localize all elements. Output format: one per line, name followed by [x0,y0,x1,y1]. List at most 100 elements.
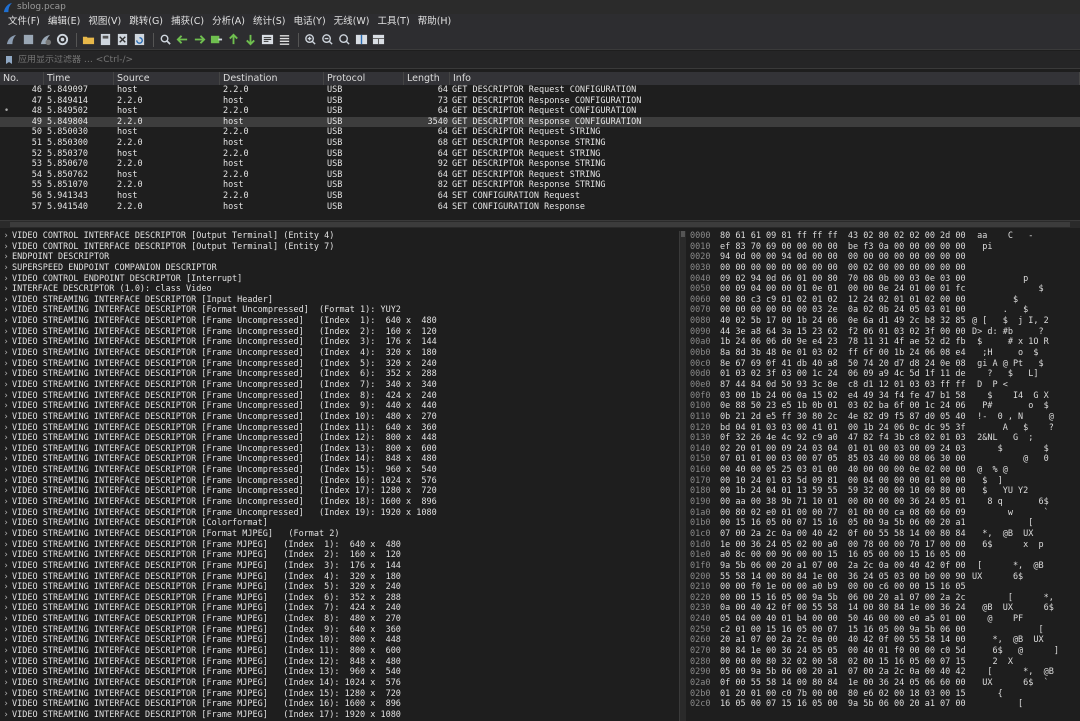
detail-tree-item[interactable]: › VIDEO STREAMING INTERFACE DESCRIPTOR [I… [0,295,679,306]
hex-dump-row[interactable]: 02c0 16 05 00 07 15 16 05 00 9a 5b 06 00 … [686,699,1080,710]
go-first-packet-icon[interactable] [226,33,240,47]
hex-dump-row[interactable]: 00d0 01 03 02 3f 03 00 1c 24 06 09 a9 4c … [686,369,1080,380]
detail-tree-item[interactable]: › SUPERSPEED ENDPOINT COMPANION DESCRIPTO… [0,263,679,274]
hex-bytes[interactable]: 00 1b 24 04 01 13 59 55 59 32 00 00 10 0… [718,486,972,497]
detail-tree-item[interactable]: › VIDEO STREAMING INTERFACE DESCRIPTOR [F… [0,423,679,434]
detail-tree-item[interactable]: › VIDEO STREAMING INTERFACE DESCRIPTOR [F… [0,550,679,561]
detail-tree-item[interactable]: › VIDEO STREAMING INTERFACE DESCRIPTOR [F… [0,391,679,402]
hex-bytes[interactable]: 0b 21 2d e5 ff 30 80 2c 4e 82 d9 f5 87 d… [718,412,972,423]
hex-dump-row[interactable]: 0290 05 00 9a 5b 06 00 20 a1 07 00 2a 2c … [686,667,1080,678]
expand-arrow-icon[interactable]: › [0,635,12,646]
column-header-destination[interactable]: Destination [220,72,324,85]
detail-tree-item[interactable]: › ENDPOINT DESCRIPTOR [0,252,679,263]
detail-tree-item[interactable]: › VIDEO STREAMING INTERFACE DESCRIPTOR [F… [0,582,679,593]
splitter-grip[interactable] [681,231,685,237]
hex-bytes[interactable]: 07 01 01 00 03 00 07 05 85 03 40 00 08 0… [718,454,972,465]
ascii-bytes[interactable]: aa C - [972,231,1072,242]
expand-arrow-icon[interactable]: › [0,486,12,497]
packet-row[interactable]: 55 5.851070 2.2.0 host USB 82 GET DESCRIPTOR R… [0,180,1080,191]
hex-bytes[interactable]: 0a 00 40 42 0f 00 55 58 14 00 80 84 1e 0… [718,603,972,614]
hex-dump-row[interactable]: 00a0 1b 24 06 06 d0 9e e4 23 78 11 31 4f … [686,337,1080,348]
packet-row[interactable]: 50 5.850030 host 2.2.0 USB 64 GET DESCRIPTOR R… [0,127,1080,138]
expand-arrow-icon[interactable]: › [0,242,12,253]
ascii-bytes[interactable]: 2 X [972,657,1072,668]
ascii-bytes[interactable] [972,550,1072,561]
ascii-bytes[interactable]: *, @B UX [972,635,1072,646]
expand-arrow-icon[interactable]: › [0,572,12,583]
packet-row[interactable]: 54 5.850762 host 2.2.0 USB 64 GET DESCRIPTOR R… [0,170,1080,181]
hex-bytes[interactable]: 00 00 00 00 00 00 00 00 00 02 00 00 00 0… [718,263,972,274]
expand-arrow-icon[interactable]: › [0,625,12,636]
detail-tree-item[interactable]: › VIDEO CONTROL INTERFACE DESCRIPTOR [Out… [0,242,679,253]
expand-arrow-icon[interactable]: › [0,305,12,316]
hex-bytes[interactable]: 07 00 2a 2c 0a 00 40 42 0f 00 55 58 14 0… [718,529,972,540]
packet-list-horizontal-scrollbar[interactable] [0,220,1080,228]
hex-bytes[interactable]: 00 aa 00 38 9b 71 10 01 00 00 00 00 36 2… [718,497,972,508]
ascii-bytes[interactable]: @ 0 [972,454,1072,465]
ascii-bytes[interactable]: [ [972,518,1072,529]
hex-dump-row[interactable]: 01c0 07 00 2a 2c 0a 00 40 42 0f 00 55 58 … [686,529,1080,540]
packet-row[interactable]: 47 5.849414 2.2.0 host USB 73 GET DESCRIPTOR R… [0,96,1080,107]
ascii-bytes[interactable]: UX 6$ ` [972,678,1072,689]
hex-dump-row[interactable]: 0000 80 61 61 09 81 ff ff ff 43 02 80 02 … [686,231,1080,242]
detail-tree-item[interactable]: › VIDEO STREAMING INTERFACE DESCRIPTOR [F… [0,572,679,583]
hex-dump-row[interactable]: 0090 44 3e a8 64 3a 15 23 62 f2 06 01 03 … [686,327,1080,338]
hex-dump-row[interactable]: 0210 00 00 f0 1e 00 00 a0 b9 00 00 c6 00 … [686,582,1080,593]
find-packet-icon[interactable] [158,33,172,47]
hex-dump-row[interactable]: 02b0 01 20 01 00 c0 7b 00 00 80 e6 02 00 … [686,689,1080,700]
expand-arrow-icon[interactable]: › [0,231,12,242]
hex-dump-row[interactable]: 01a0 00 80 02 e0 01 00 00 77 01 00 00 ca … [686,508,1080,519]
stop-capture-icon[interactable] [21,33,35,47]
reload-file-icon[interactable] [132,33,146,47]
ascii-bytes[interactable]: $ # x 1O R [972,337,1072,348]
hex-bytes[interactable]: 02 20 01 00 09 24 03 04 01 01 00 03 00 0… [718,444,972,455]
hex-dump-row[interactable]: 0190 00 aa 00 38 9b 71 10 01 00 00 00 00 … [686,497,1080,508]
packet-row[interactable]: • 48 5.849502 host 2.2.0 USB 64 GET DESCRIPTOR … [0,106,1080,117]
hex-bytes[interactable]: c2 01 00 15 16 05 00 07 15 16 05 00 9a 5… [718,625,972,636]
hex-dump-row[interactable]: 00b0 8a 8d 3b 48 0e 01 03 02 ff 6f 00 1b … [686,348,1080,359]
detail-tree-item[interactable]: › VIDEO STREAMING INTERFACE DESCRIPTOR [F… [0,380,679,391]
expand-arrow-icon[interactable]: › [0,699,12,710]
hex-bytes[interactable]: 00 00 f0 1e 00 00 a0 b9 00 00 c6 00 00 1… [718,582,972,593]
expand-arrow-icon[interactable]: › [0,348,12,359]
detail-tree-item[interactable]: › VIDEO STREAMING INTERFACE DESCRIPTOR [F… [0,508,679,519]
ascii-bytes[interactable]: [ [972,625,1072,636]
ascii-bytes[interactable]: w ` [972,508,1072,519]
scrollbar-thumb[interactable] [10,222,1070,227]
go-back-icon[interactable] [175,33,189,47]
ascii-bytes[interactable] [972,263,1072,274]
ascii-bytes[interactable]: [ *, @B [972,667,1072,678]
hex-dump-row[interactable]: 0010 ef 83 70 69 00 00 00 00 be f3 0a 00 … [686,242,1080,253]
packet-row[interactable]: 53 5.850670 2.2.0 host USB 92 GET DESCRIPTOR R… [0,159,1080,170]
detail-tree-item[interactable]: › VIDEO STREAMING INTERFACE DESCRIPTOR [F… [0,593,679,604]
hex-dump-row[interactable]: 0050 00 09 04 00 00 01 0e 01 00 00 0e 24 … [686,284,1080,295]
detail-tree-item[interactable]: › VIDEO STREAMING INTERFACE DESCRIPTOR [F… [0,454,679,465]
ascii-bytes[interactable]: $ YU Y2 [972,486,1072,497]
menu-item[interactable]: 跳转(G) [125,14,167,30]
hex-bytes[interactable]: 20 a1 07 00 2a 2c 0a 00 40 42 0f 00 55 5… [718,635,972,646]
ascii-bytes[interactable]: @ [ $ j I, 2 [972,316,1072,327]
expand-arrow-icon[interactable]: › [0,476,12,487]
hex-dump-row[interactable]: 0020 94 0d 00 00 94 0d 00 00 00 00 00 00 … [686,252,1080,263]
hex-bytes[interactable]: ef 83 70 69 00 00 00 00 be f3 0a 00 00 0… [718,242,972,253]
hex-dump-row[interactable]: 0230 0a 00 40 42 0f 00 55 58 14 00 80 84 … [686,603,1080,614]
hex-bytes[interactable]: 00 80 c3 c9 01 02 01 02 12 24 02 01 01 0… [718,295,972,306]
detail-tree-item[interactable]: › VIDEO STREAMING INTERFACE DESCRIPTOR [F… [0,327,679,338]
ascii-bytes[interactable]: p [972,274,1072,285]
detail-tree-item[interactable]: › VIDEO STREAMING INTERFACE DESCRIPTOR [F… [0,476,679,487]
expand-arrow-icon[interactable]: › [0,497,12,508]
hex-dump-row[interactable]: 00c0 8e 67 69 0f 41 db 40 a8 50 74 20 d7 … [686,359,1080,370]
ascii-bytes[interactable]: 2&NL G ; [972,433,1072,444]
hex-bytes[interactable]: 00 40 00 05 25 03 01 00 40 00 00 00 0e 0… [718,465,972,476]
hex-dump-row[interactable]: 0040 09 02 94 0d 06 01 00 80 70 08 0b 00 … [686,274,1080,285]
hex-bytes[interactable]: 05 00 9a 5b 06 00 20 a1 07 00 2a 2c 0a 0… [718,667,972,678]
detail-tree-item[interactable]: › VIDEO STREAMING INTERFACE DESCRIPTOR [F… [0,646,679,657]
hex-dump-row[interactable]: 0180 00 1b 24 04 01 13 59 55 59 32 00 00 … [686,486,1080,497]
ascii-bytes[interactable]: 8 q 6$ [972,497,1072,508]
column-header-length[interactable]: Length [404,72,450,85]
go-forward-icon[interactable] [192,33,206,47]
expand-arrow-icon[interactable]: › [0,710,12,721]
column-header-no[interactable]: No. [0,72,44,85]
detail-tree-item[interactable]: › VIDEO STREAMING INTERFACE DESCRIPTOR [F… [0,699,679,710]
ascii-bytes[interactable]: $ I4 G X [972,391,1072,402]
